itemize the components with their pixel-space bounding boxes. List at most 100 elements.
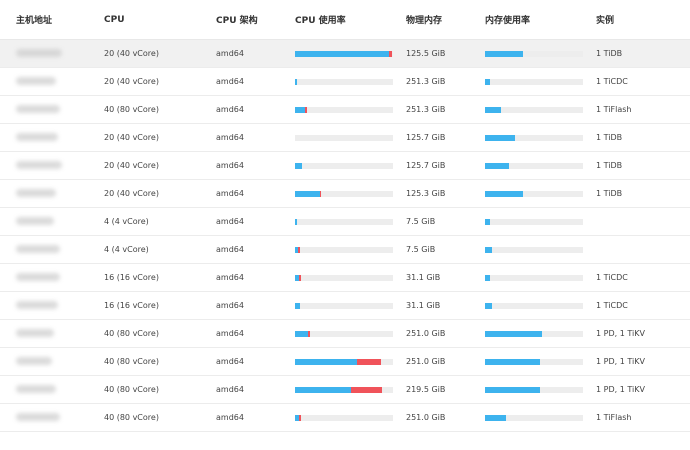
arch-cell: amd64 — [216, 319, 295, 348]
mem-usage-bar — [485, 50, 583, 57]
table-row[interactable]: 20 (40 vCore) amd64 125.7 GiB 1 TiDB — [0, 151, 690, 180]
mem-usage-cell — [485, 319, 596, 348]
mem-usage-fill — [485, 50, 524, 57]
host-address-cell[interactable] — [0, 151, 104, 180]
arch-cell: amd64 — [216, 151, 295, 180]
mem-usage-cell — [485, 179, 596, 208]
table-row[interactable]: 40 (80 vCore) amd64 251.0 GiB 1 PD, 1 TiKV — [0, 319, 690, 348]
cpu-cell: 40 (80 vCore) — [104, 375, 216, 404]
mem-usage-cell — [485, 39, 596, 68]
redacted-host-address — [16, 384, 56, 393]
col-header-cpu[interactable]: CPU — [104, 0, 216, 40]
mem-usage-cell — [485, 291, 596, 320]
col-header-memory[interactable]: 物理内存 — [406, 0, 485, 40]
mem-usage-fill — [485, 106, 501, 113]
host-address-cell[interactable] — [0, 179, 104, 208]
mem-usage-fill — [485, 358, 540, 365]
cpu-usage-cell — [295, 403, 406, 432]
cpu-usage-overflow-fill — [298, 414, 301, 421]
table-row[interactable]: 40 (80 vCore) amd64 251.3 GiB 1 TiFlash — [0, 95, 690, 124]
cpu-cell: 4 (4 vCore) — [104, 207, 216, 236]
mem-usage-cell — [485, 151, 596, 180]
host-address-cell[interactable] — [0, 67, 104, 96]
host-table: 主机地址 CPU CPU 架构 CPU 使用率 物理内存 内存使用率 实例 20… — [0, 0, 690, 432]
mem-usage-bar — [485, 78, 583, 85]
host-address-cell[interactable] — [0, 347, 104, 376]
redacted-host-address — [16, 160, 62, 169]
table-row[interactable]: 4 (4 vCore) amd64 7.5 GiB — [0, 207, 690, 236]
table-row[interactable]: 20 (40 vCore) amd64 251.3 GiB 1 TiCDC — [0, 67, 690, 96]
col-header-arch[interactable]: CPU 架构 — [216, 0, 295, 40]
host-address-cell[interactable] — [0, 263, 104, 292]
mem-usage-fill — [485, 274, 490, 281]
mem-usage-bar — [485, 218, 583, 225]
host-address-cell[interactable] — [0, 319, 104, 348]
instances-cell: 1 TiDB — [596, 123, 690, 152]
cpu-usage-cell — [295, 207, 406, 236]
table-row[interactable]: 20 (40 vCore) amd64 125.3 GiB 1 TiDB — [0, 179, 690, 208]
host-address-cell[interactable] — [0, 403, 104, 432]
redacted-host-address — [16, 48, 62, 57]
cpu-usage-cell — [295, 179, 406, 208]
host-address-cell[interactable] — [0, 375, 104, 404]
mem-usage-bar — [485, 134, 583, 141]
col-header-mem-usage[interactable]: 内存使用率 — [485, 0, 596, 40]
mem-usage-bar — [485, 414, 583, 421]
table-row[interactable]: 40 (80 vCore) amd64 251.0 GiB 1 TiFlash — [0, 403, 690, 432]
cpu-cell: 20 (40 vCore) — [104, 151, 216, 180]
table-row[interactable]: 20 (40 vCore) amd64 125.5 GiB 1 TiDB — [0, 39, 690, 68]
mem-usage-cell — [485, 67, 596, 96]
cpu-usage-bar — [295, 302, 393, 309]
table-row[interactable]: 4 (4 vCore) amd64 7.5 GiB — [0, 235, 690, 264]
cpu-usage-bar — [295, 330, 393, 337]
memory-cell: 125.3 GiB — [406, 179, 485, 208]
host-address-cell[interactable] — [0, 123, 104, 152]
host-address-cell[interactable] — [0, 95, 104, 124]
cpu-usage-fill — [295, 330, 308, 337]
mem-usage-fill — [485, 246, 492, 253]
redacted-host-address — [16, 132, 58, 141]
cpu-usage-bar — [295, 358, 393, 365]
host-address-cell[interactable] — [0, 291, 104, 320]
mem-usage-cell — [485, 235, 596, 264]
memory-cell: 7.5 GiB — [406, 235, 485, 264]
arch-cell: amd64 — [216, 403, 295, 432]
instances-cell: 1 TiDB — [596, 39, 690, 68]
col-header-instances[interactable]: 实例 — [596, 0, 690, 40]
cpu-usage-fill — [295, 218, 297, 225]
table-row[interactable]: 40 (80 vCore) amd64 219.5 GiB 1 PD, 1 TiKV — [0, 375, 690, 404]
mem-usage-bar — [485, 246, 583, 253]
cpu-usage-bar — [295, 274, 393, 281]
table-row[interactable]: 20 (40 vCore) amd64 125.7 GiB 1 TiDB — [0, 123, 690, 152]
memory-cell: 31.1 GiB — [406, 263, 485, 292]
host-address-cell[interactable] — [0, 39, 104, 68]
col-header-cpu-usage[interactable]: CPU 使用率 — [295, 0, 406, 40]
cpu-usage-overflow-fill — [350, 386, 383, 393]
cpu-usage-cell — [295, 291, 406, 320]
cpu-cell: 40 (80 vCore) — [104, 403, 216, 432]
table-row[interactable]: 16 (16 vCore) amd64 31.1 GiB 1 TiCDC — [0, 263, 690, 292]
cpu-cell: 40 (80 vCore) — [104, 95, 216, 124]
arch-cell: amd64 — [216, 291, 295, 320]
mem-usage-fill — [485, 78, 490, 85]
mem-usage-fill — [485, 162, 509, 169]
cpu-usage-overflow-fill — [307, 330, 310, 337]
host-address-cell[interactable] — [0, 235, 104, 264]
cpu-usage-cell — [295, 375, 406, 404]
instances-cell: 1 TiCDC — [596, 263, 690, 292]
mem-usage-bar — [485, 330, 583, 337]
mem-usage-fill — [485, 330, 542, 337]
redacted-host-address — [16, 76, 56, 85]
mem-usage-cell — [485, 95, 596, 124]
cpu-usage-bar — [295, 190, 393, 197]
mem-usage-bar — [485, 358, 583, 365]
cpu-usage-bar — [295, 162, 393, 169]
table-row[interactable]: 16 (16 vCore) amd64 31.1 GiB 1 TiCDC — [0, 291, 690, 320]
col-header-host[interactable]: 主机地址 — [0, 0, 104, 40]
cpu-cell: 40 (80 vCore) — [104, 347, 216, 376]
table-header: 主机地址 CPU CPU 架构 CPU 使用率 物理内存 内存使用率 实例 — [0, 0, 690, 40]
host-address-cell[interactable] — [0, 207, 104, 236]
mem-usage-fill — [485, 386, 540, 393]
table-row[interactable]: 40 (80 vCore) amd64 251.0 GiB 1 PD, 1 TiKV — [0, 347, 690, 376]
redacted-host-address — [16, 356, 52, 365]
